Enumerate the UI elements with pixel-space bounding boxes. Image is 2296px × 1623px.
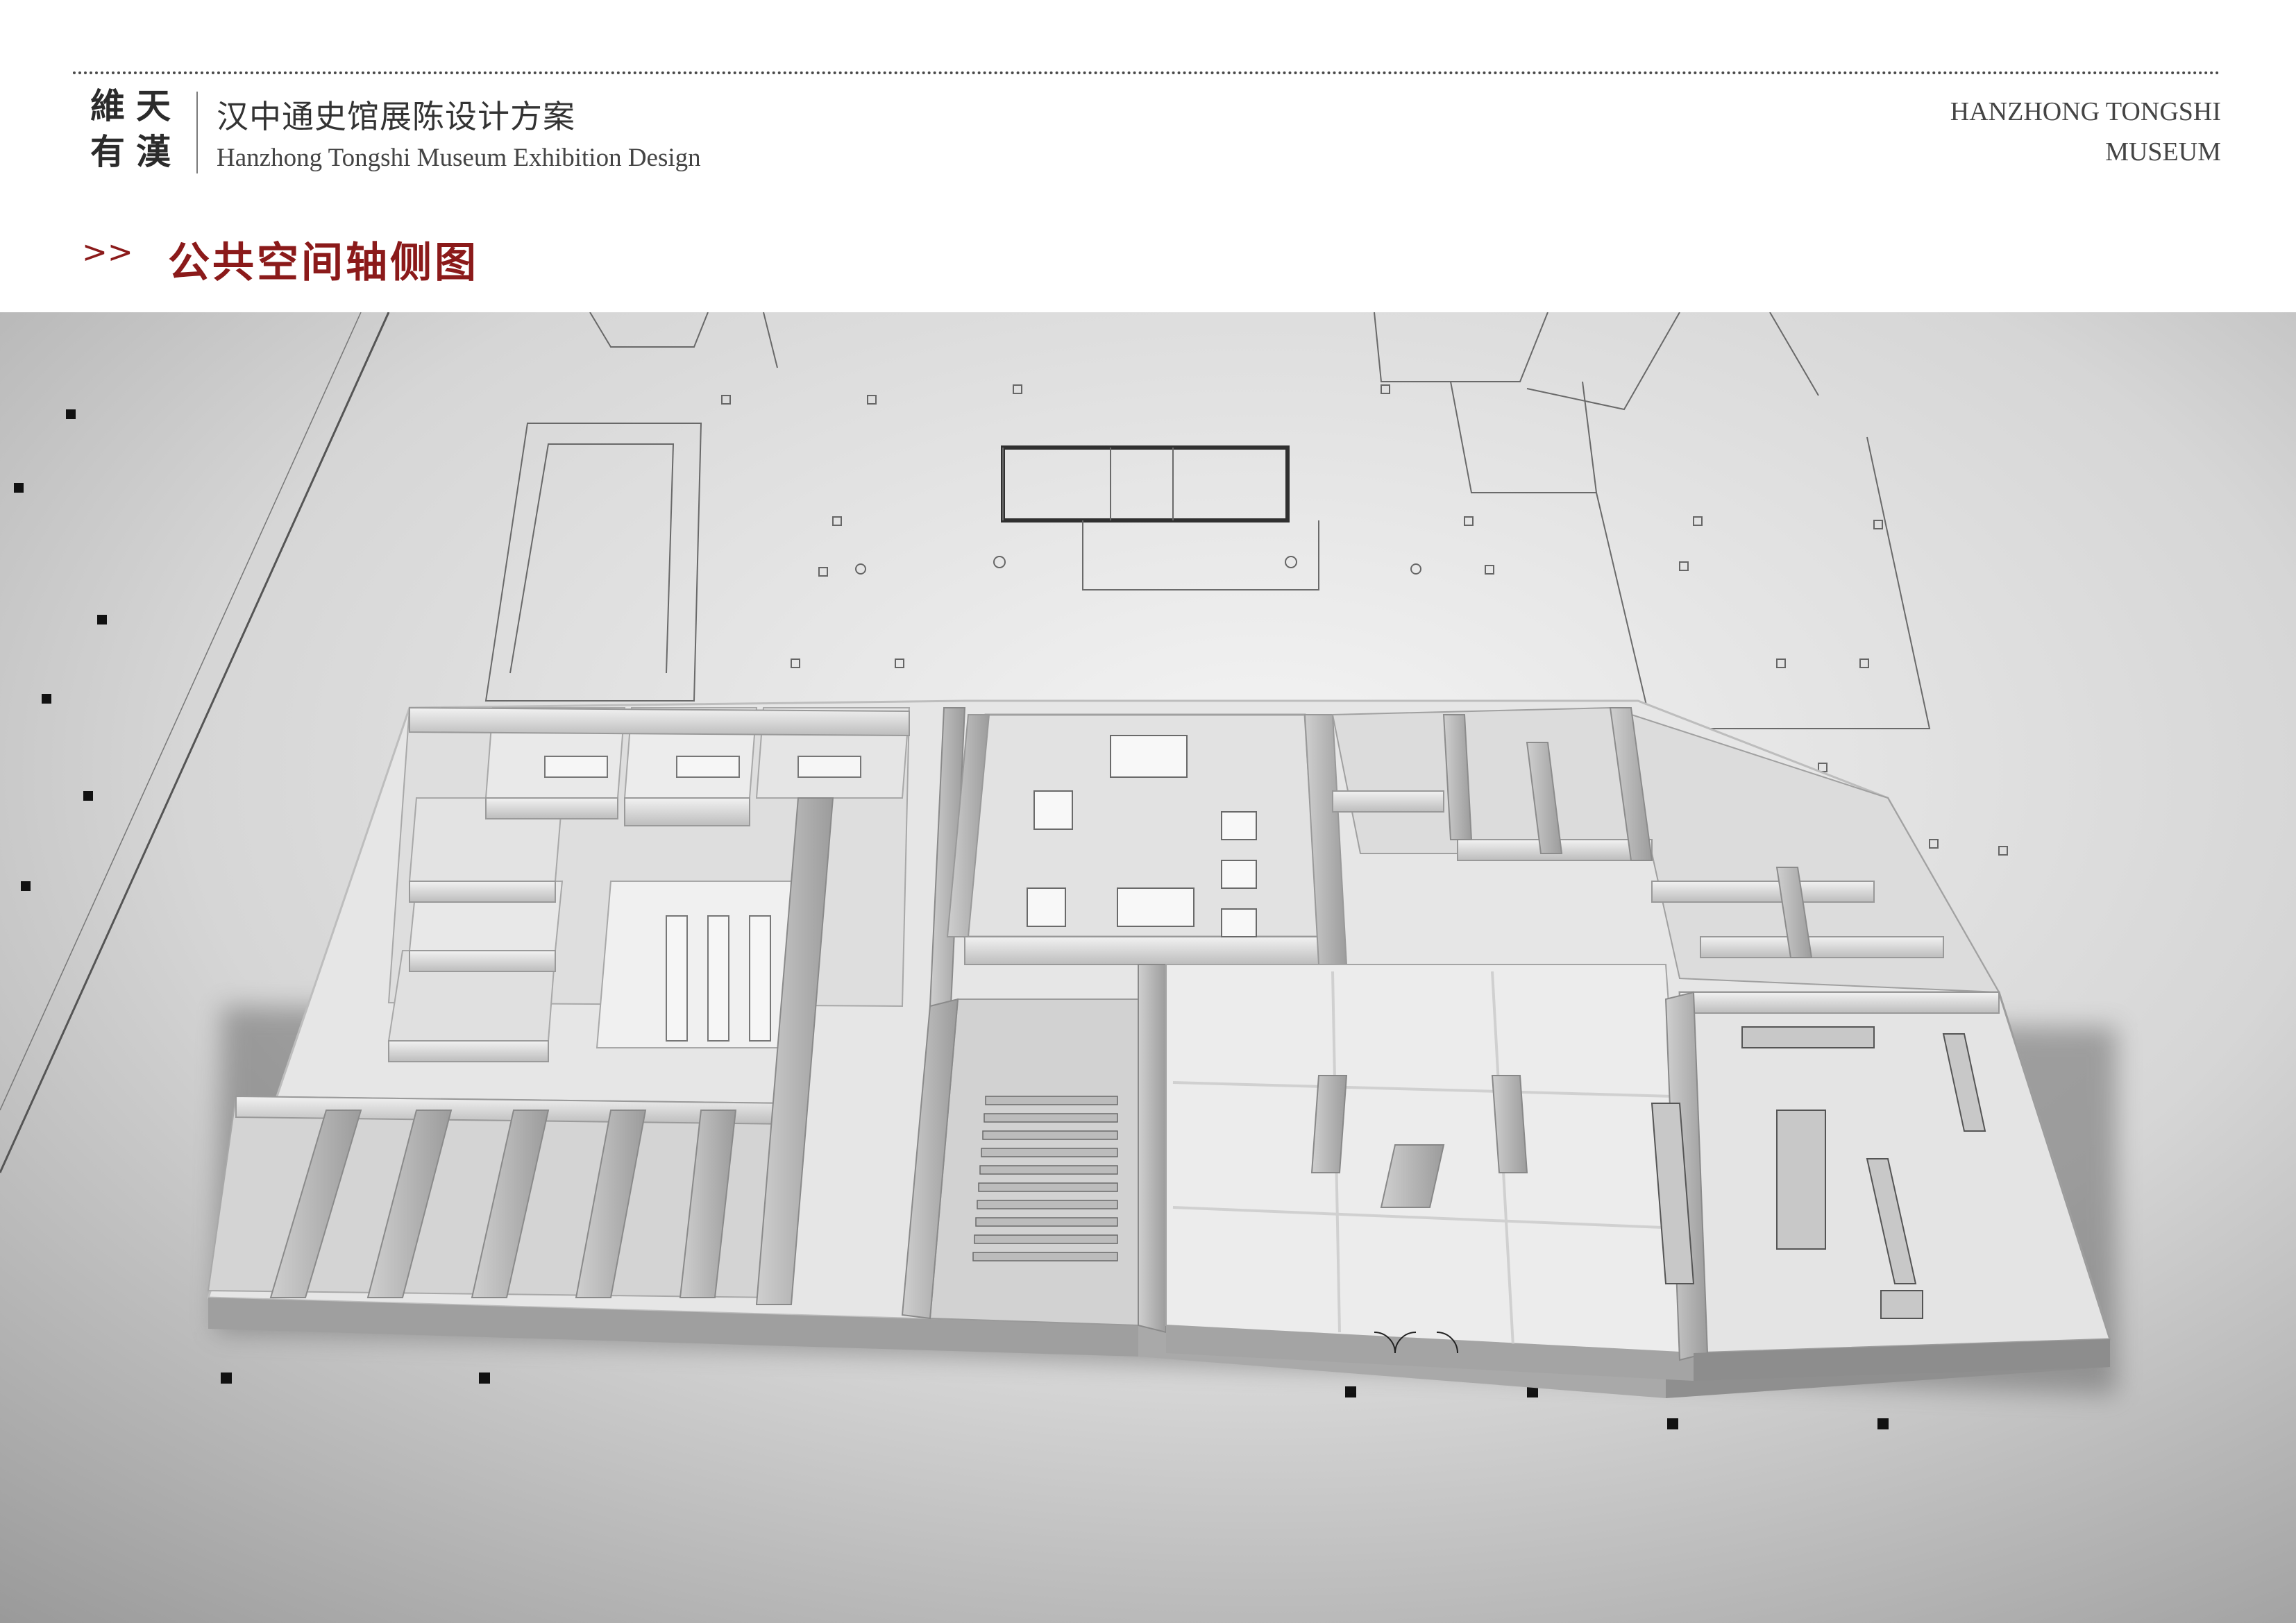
auditorium-floor [929, 999, 1139, 1327]
project-title-chinese: 汉中通史馆展陈设计方案 [217, 98, 575, 135]
logo-char: 有 [90, 131, 125, 172]
brand-logo: 維 天 有 漢 [90, 89, 180, 179]
brand-name-line: HANZHONG TONGSHI [1950, 97, 2221, 126]
axonometric-render [0, 312, 2296, 1623]
exhibition-hall-wall [964, 936, 1319, 965]
archive-room-wall [1679, 992, 2000, 1014]
slide-header: 維 天 有 漢 汉中通史馆展陈设计方案 Hanzhong Tongshi Mus… [0, 0, 2296, 312]
project-title-english: Hanzhong Tongshi Museum Exhibition Desig… [217, 144, 701, 172]
logo-char: 漢 [136, 131, 171, 172]
auditorium-wall [1138, 964, 1167, 1334]
section-title: 公共空间轴侧图 [168, 239, 479, 287]
presentation-slide: 維 天 有 漢 汉中通史馆展陈设计方案 Hanzhong Tongshi Mus… [0, 0, 2296, 1623]
section-arrow-icon: >> [82, 235, 133, 270]
dotted-divider-line [73, 71, 2221, 74]
floor-plan-render-svg [0, 312, 2296, 1623]
logo-char: 天 [136, 85, 171, 126]
logo-char: 維 [90, 85, 125, 126]
brand-name: HANZHONG TONGSHI MUSEUM [1950, 92, 2221, 172]
brand-name-line: MUSEUM [2105, 137, 2221, 167]
logo-divider [196, 92, 198, 173]
